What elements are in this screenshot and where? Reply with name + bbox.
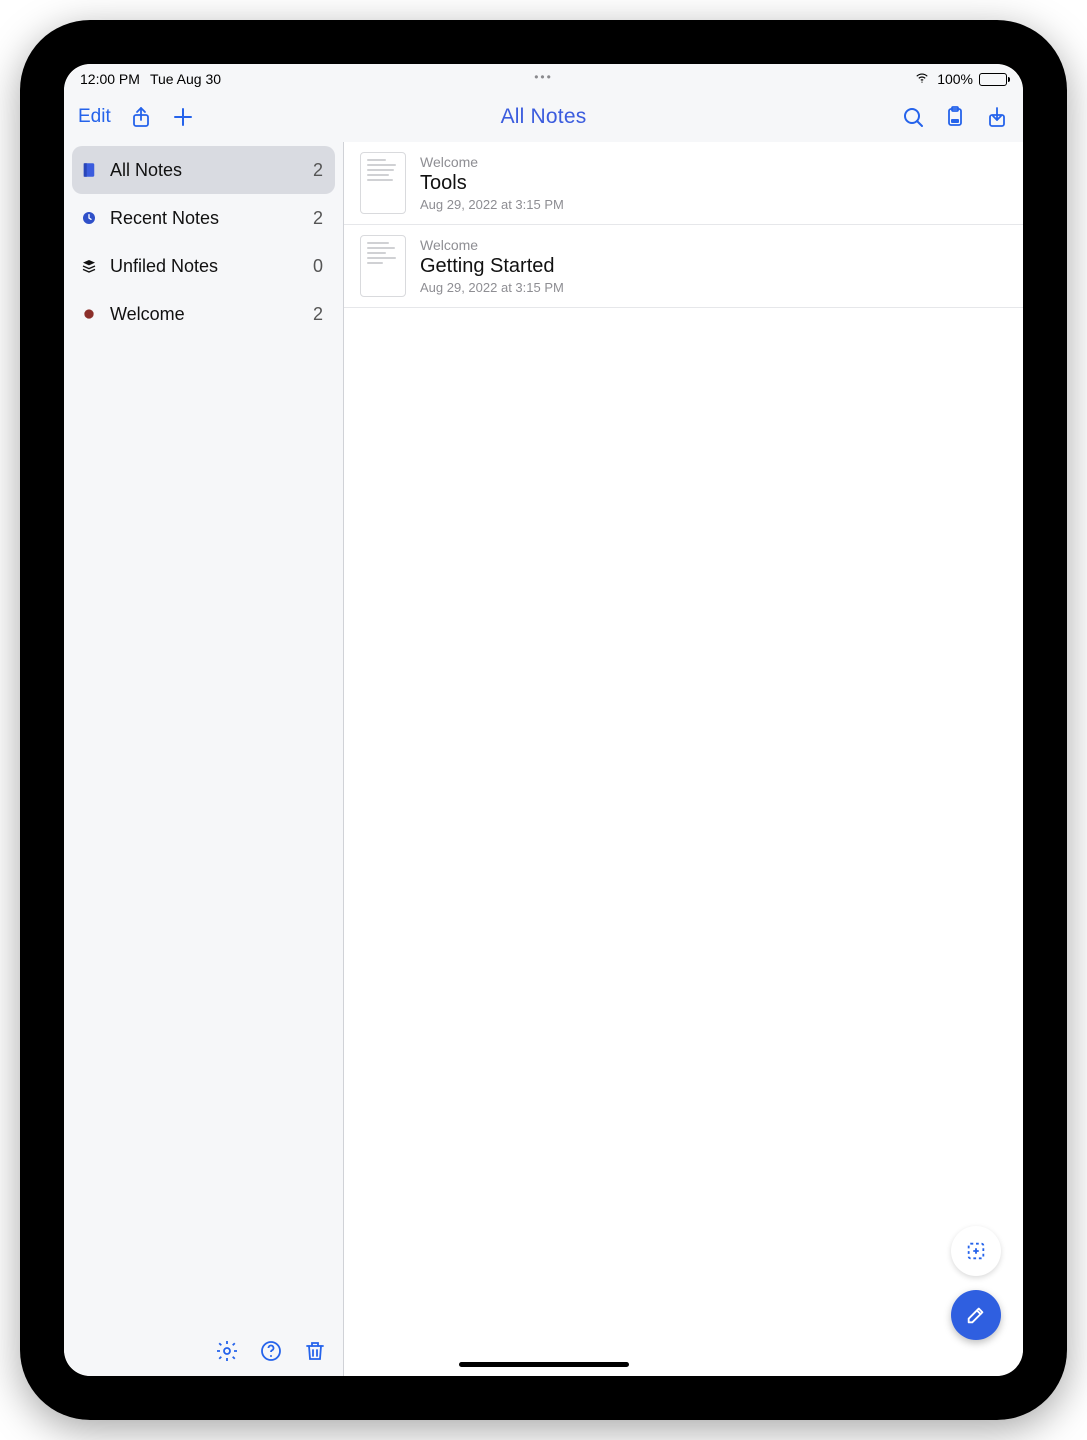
multitask-dots-icon[interactable]: ••• bbox=[534, 70, 553, 84]
help-button[interactable] bbox=[259, 1339, 283, 1363]
sidebar-item-count: 2 bbox=[313, 304, 323, 325]
new-selection-fab[interactable] bbox=[951, 1226, 1001, 1276]
notes-list: Welcome Tools Aug 29, 2022 at 3:15 PM We… bbox=[344, 142, 1023, 1376]
sidebar-toolbar bbox=[64, 1326, 343, 1376]
fab-stack bbox=[951, 1226, 1001, 1340]
sidebar-list: All Notes 2 Recent Notes 2 bbox=[64, 142, 343, 1326]
import-button[interactable] bbox=[985, 105, 1009, 129]
home-indicator[interactable] bbox=[459, 1362, 629, 1367]
sidebar-item-all-notes[interactable]: All Notes 2 bbox=[72, 146, 335, 194]
note-row[interactable]: Welcome Getting Started Aug 29, 2022 at … bbox=[344, 225, 1023, 308]
note-date: Aug 29, 2022 at 3:15 PM bbox=[420, 197, 564, 212]
sidebar-item-count: 0 bbox=[313, 256, 323, 277]
notebook-icon bbox=[80, 161, 98, 179]
note-thumbnail bbox=[360, 152, 406, 214]
sidebar-item-unfiled[interactable]: Unfiled Notes 0 bbox=[72, 242, 335, 290]
status-time: 12:00 PM bbox=[80, 71, 140, 87]
sidebar-item-label: All Notes bbox=[110, 160, 313, 181]
ipad-frame: 12:00 PM Tue Aug 30 ••• 100% Edit bbox=[20, 20, 1067, 1420]
new-from-clipboard-button[interactable] bbox=[943, 105, 967, 129]
battery-percent: 100% bbox=[937, 71, 973, 87]
trash-button[interactable] bbox=[303, 1339, 327, 1363]
sidebar-item-count: 2 bbox=[313, 160, 323, 181]
battery-icon bbox=[979, 73, 1007, 86]
sidebar-item-welcome[interactable]: Welcome 2 bbox=[72, 290, 335, 338]
sidebar-item-label: Recent Notes bbox=[110, 208, 313, 229]
note-category: Welcome bbox=[420, 154, 564, 170]
note-date: Aug 29, 2022 at 3:15 PM bbox=[420, 280, 564, 295]
stack-icon bbox=[80, 257, 98, 275]
sidebar: All Notes 2 Recent Notes 2 bbox=[64, 142, 344, 1376]
screen: 12:00 PM Tue Aug 30 ••• 100% Edit bbox=[64, 64, 1023, 1376]
search-button[interactable] bbox=[901, 105, 925, 129]
sidebar-item-label: Unfiled Notes bbox=[110, 256, 313, 277]
page-title: All Notes bbox=[501, 105, 587, 129]
note-row[interactable]: Welcome Tools Aug 29, 2022 at 3:15 PM bbox=[344, 142, 1023, 225]
settings-button[interactable] bbox=[215, 1339, 239, 1363]
sidebar-item-label: Welcome bbox=[110, 304, 313, 325]
clock-icon bbox=[80, 209, 98, 227]
status-bar: 12:00 PM Tue Aug 30 ••• 100% bbox=[64, 64, 1023, 92]
sidebar-item-recent-notes[interactable]: Recent Notes 2 bbox=[72, 194, 335, 242]
sidebar-item-count: 2 bbox=[313, 208, 323, 229]
folder-dot-icon bbox=[80, 305, 98, 323]
note-category: Welcome bbox=[420, 237, 564, 253]
content: All Notes 2 Recent Notes 2 bbox=[64, 142, 1023, 1376]
navbar: Edit All Notes bbox=[64, 92, 1023, 142]
edit-button[interactable]: Edit bbox=[78, 106, 111, 128]
note-title: Getting Started bbox=[420, 255, 564, 278]
note-thumbnail bbox=[360, 235, 406, 297]
status-date: Tue Aug 30 bbox=[150, 71, 221, 87]
note-title: Tools bbox=[420, 172, 564, 195]
share-button[interactable] bbox=[129, 105, 153, 129]
add-button[interactable] bbox=[171, 105, 195, 129]
wifi-icon bbox=[913, 71, 931, 88]
compose-fab[interactable] bbox=[951, 1290, 1001, 1340]
